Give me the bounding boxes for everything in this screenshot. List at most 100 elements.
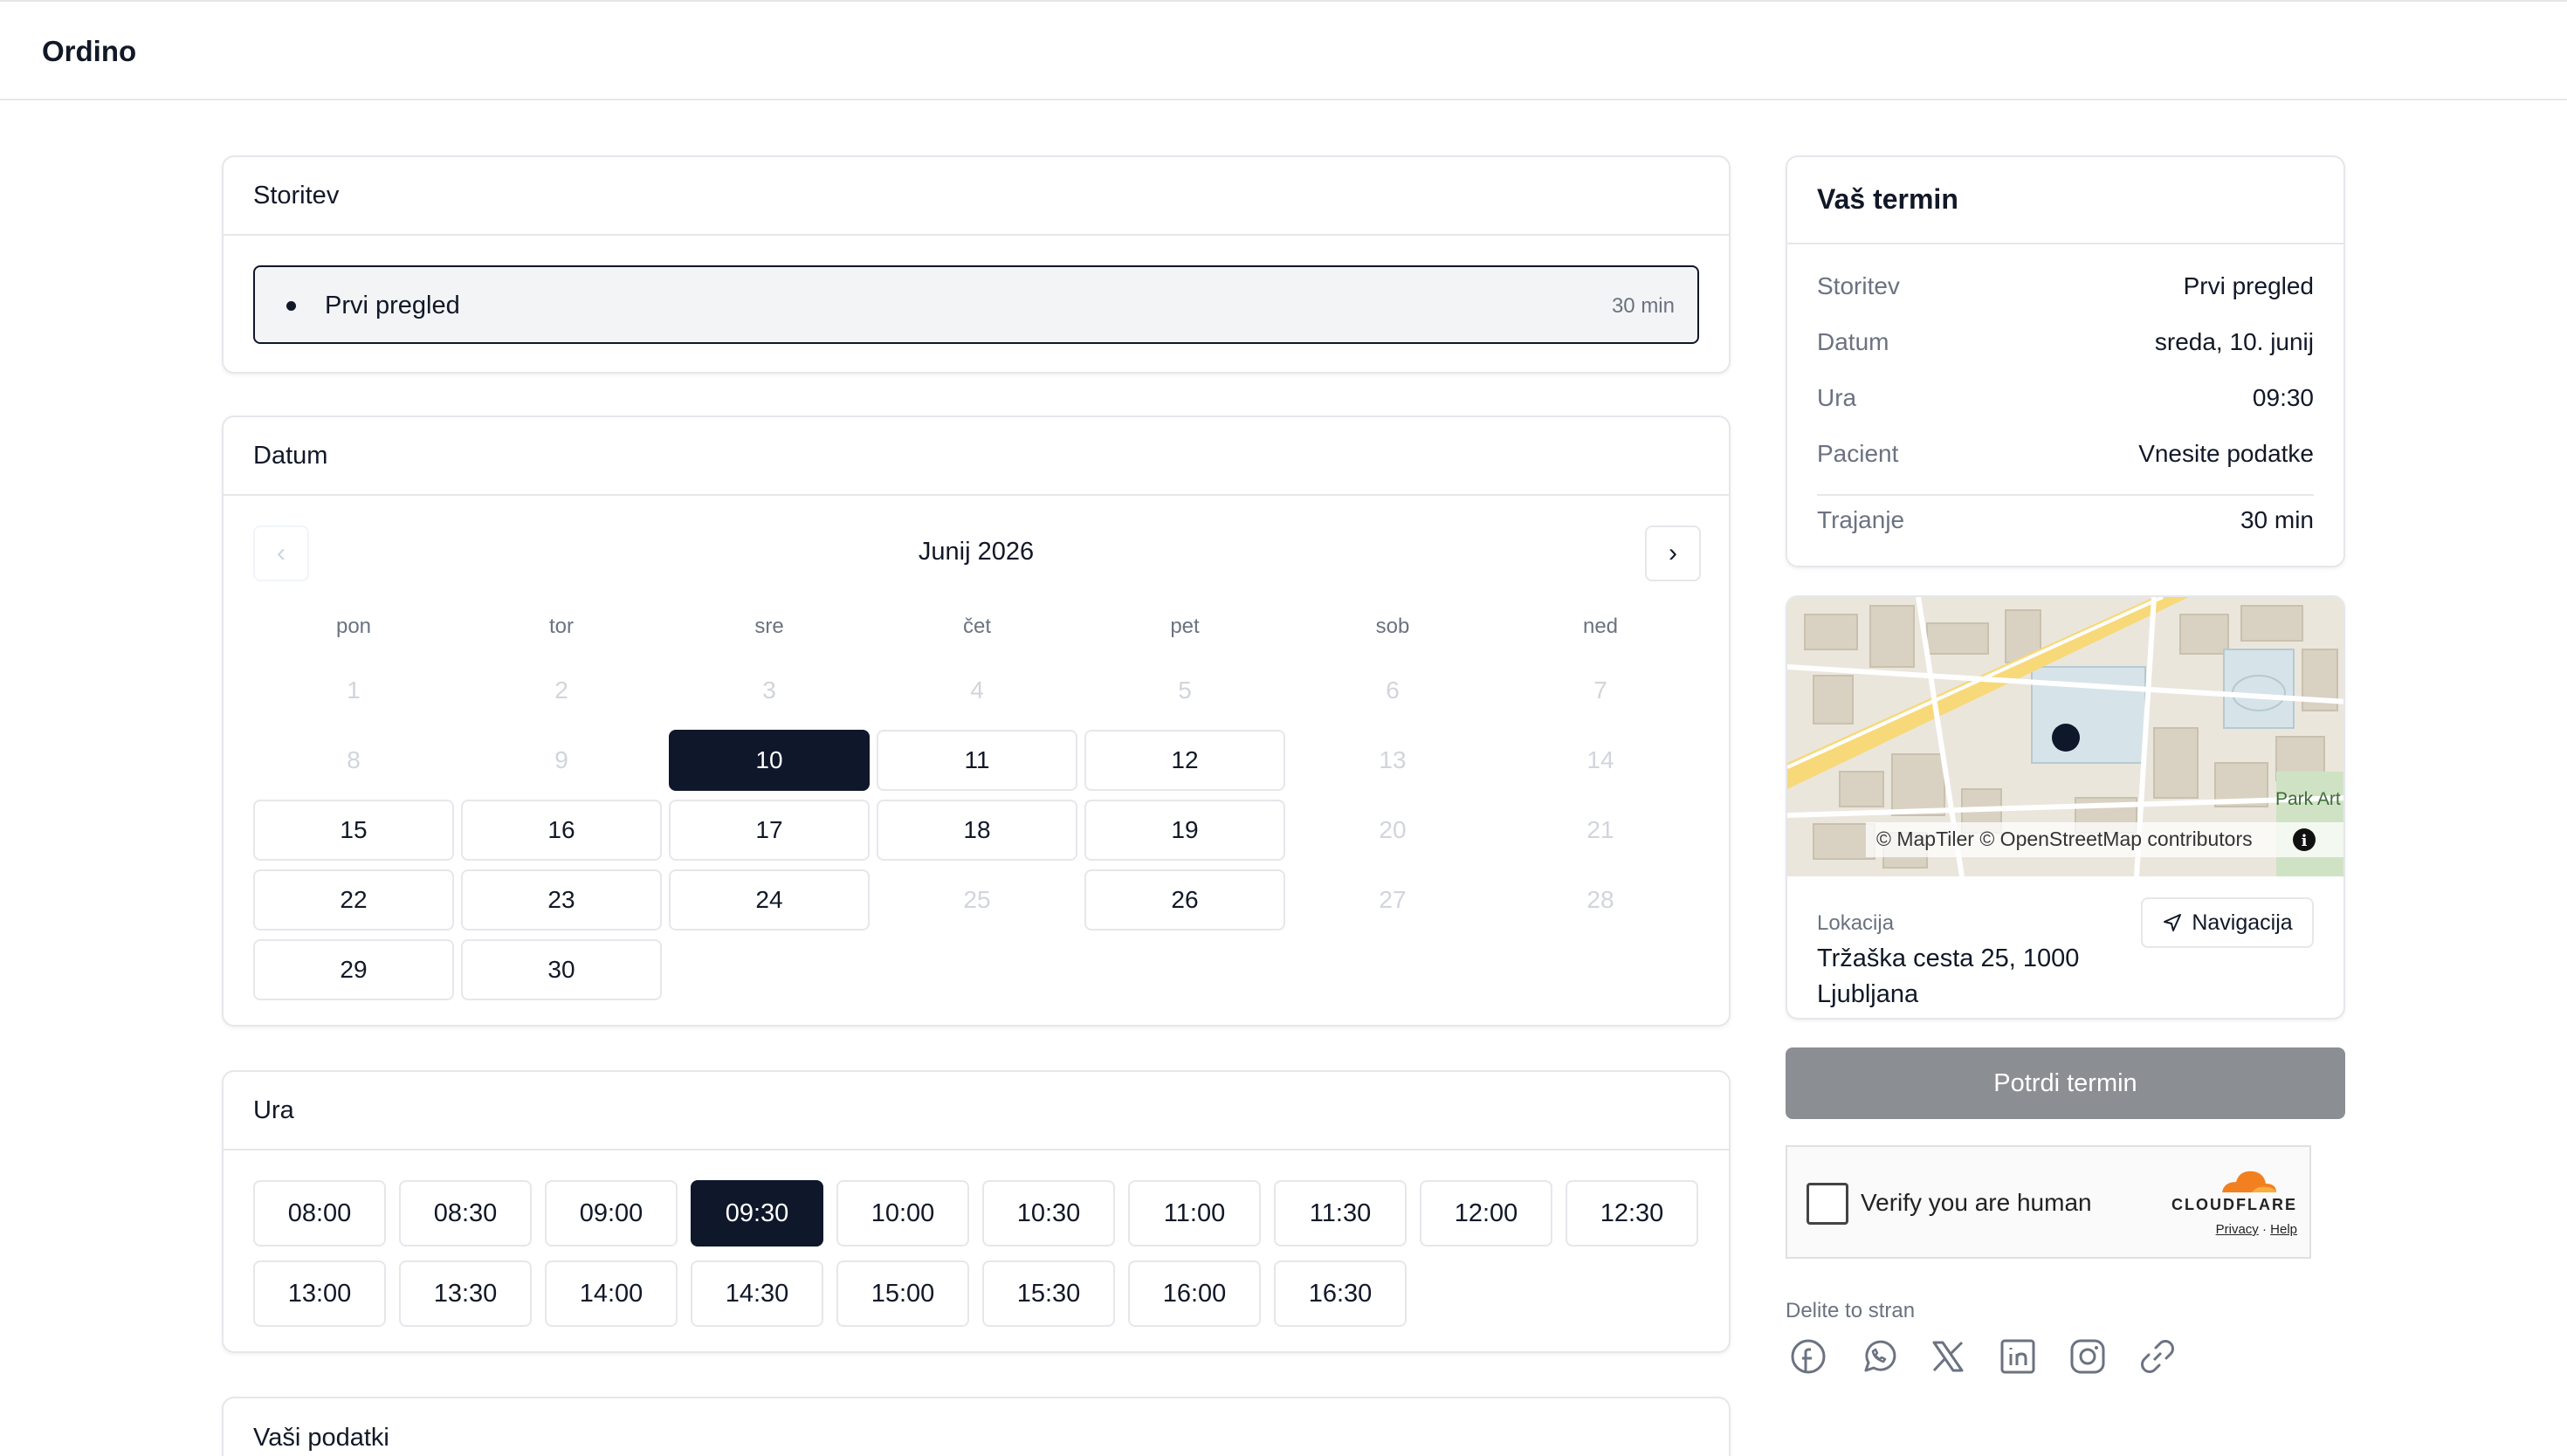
service-option[interactable]: Prvi pregled 30 min [253, 265, 1699, 344]
calendar-day-15[interactable]: 15 [253, 800, 454, 861]
map-attribution[interactable]: © MapTiler © OpenStreetMap contributors [1876, 828, 2253, 851]
details-header: Vaši podatki [253, 1424, 389, 1452]
summary-value: 30 min [2240, 506, 2314, 533]
time-slot[interactable]: 10:30 [982, 1180, 1115, 1247]
calendar-day-19[interactable]: 19 [1084, 800, 1285, 861]
linkedin-icon[interactable] [1997, 1336, 2039, 1377]
top-bar: Ordino [0, 0, 2567, 100]
date-header: Datum [224, 417, 1729, 496]
weekday-label: tor [548, 615, 574, 638]
time-slot[interactable]: 08:30 [399, 1180, 532, 1247]
help-link[interactable]: Help [2270, 1222, 2297, 1237]
next-month-button[interactable]: › [1645, 525, 1701, 581]
calendar-day-23[interactable]: 23 [461, 869, 662, 931]
time-slot[interactable]: 10:00 [836, 1180, 969, 1247]
map-park-label: Park Art [2275, 789, 2341, 809]
summary-row-date: Datum sreda, 10. junij [1817, 328, 2314, 363]
weekday-label: pon [335, 615, 372, 638]
calendar-day-27: 27 [1379, 886, 1407, 913]
time-slot[interactable]: 13:30 [399, 1260, 532, 1327]
location-address: Tržaška cesta 25, 1000 Ljubljana [1817, 944, 2080, 1008]
facebook-icon[interactable] [1787, 1336, 1829, 1377]
date-card: Datum ‹ Junij 2026 › pon tor sre čet pet sob n… [222, 416, 1731, 1027]
time-slot[interactable]: 14:00 [545, 1260, 678, 1327]
calendar-day-6: 6 [1386, 676, 1400, 704]
calendar-day-13: 13 [1379, 746, 1407, 773]
calendar-day-22[interactable]: 22 [253, 869, 454, 931]
calendar-day-4: 4 [970, 676, 984, 704]
calendar-day-24[interactable]: 24 [669, 869, 870, 931]
navigation-button[interactable]: Navigacija [2141, 897, 2314, 948]
time-slot[interactable]: 15:00 [836, 1260, 969, 1327]
weekday-label: pet [1170, 615, 1200, 638]
service-duration: 30 min [1611, 294, 1675, 318]
share-label: Delite to stran [1786, 1299, 1916, 1322]
time-slot[interactable]: 11:00 [1128, 1180, 1261, 1247]
calendar-day-1: 1 [347, 676, 361, 704]
calendar-day-18[interactable]: 18 [877, 800, 1077, 861]
summary-key: Trajanje [1817, 506, 1905, 533]
summary-value: sreda, 10. junij [2154, 328, 2314, 355]
calendar-day-20: 20 [1379, 816, 1407, 843]
time-slot[interactable]: 15:30 [982, 1260, 1115, 1327]
summary-value: 09:30 [2252, 384, 2314, 411]
weekday-label: sob [1375, 615, 1410, 638]
calendar-day-11[interactable]: 11 [877, 730, 1077, 791]
cloudflare-brand: CLOUDFLARE [2171, 1196, 2297, 1213]
calendar-day-26[interactable]: 26 [1084, 869, 1285, 931]
whatsapp-icon[interactable] [1857, 1336, 1899, 1377]
captcha-checkbox[interactable] [1807, 1183, 1848, 1225]
weekday-label: čet [962, 615, 991, 638]
summary-value: Vnesite podatke [2138, 440, 2314, 467]
summary-title: Vaš termin [1817, 183, 1958, 215]
calendar-day-28: 28 [1586, 886, 1614, 913]
time-slot[interactable]: 09:00 [545, 1180, 678, 1247]
calendar-day-5: 5 [1178, 676, 1192, 704]
summary-key: Datum [1817, 328, 1889, 355]
time-slot[interactable]: 16:30 [1274, 1260, 1407, 1327]
calendar-day-12[interactable]: 12 [1084, 730, 1285, 791]
time-slot[interactable]: 08:00 [253, 1180, 386, 1247]
time-slot[interactable]: 16:00 [1128, 1260, 1261, 1327]
month-title: Junij 2026 [918, 538, 1035, 566]
time-slot[interactable]: 09:30 [691, 1180, 823, 1247]
summary-row-duration: Trajanje 30 min [1817, 506, 2314, 541]
time-slot[interactable]: 14:30 [691, 1260, 823, 1327]
brand-logo[interactable]: Ordino [42, 35, 136, 68]
captcha-links: Privacy · Help [2215, 1222, 2297, 1237]
service-name: Prvi pregled [325, 292, 460, 319]
summary-row-patient: Pacient Vnesite podatke [1817, 440, 2314, 475]
link-icon[interactable] [2137, 1336, 2178, 1377]
map-view[interactable]: i © MapTiler © OpenStreetMap contributor… [1787, 597, 2343, 876]
calendar-day-3: 3 [762, 676, 776, 704]
calendar-day-7: 7 [1593, 676, 1607, 704]
time-header: Ura [224, 1072, 1729, 1150]
time-slot[interactable]: 12:00 [1420, 1180, 1552, 1247]
privacy-link[interactable]: Privacy [2216, 1222, 2259, 1237]
x-icon[interactable] [1927, 1336, 1969, 1377]
calendar-day-30[interactable]: 30 [461, 939, 662, 1000]
time-slot[interactable]: 12:30 [1566, 1180, 1698, 1247]
svg-text:i: i [2302, 832, 2308, 850]
navigation-label: Navigacija [2192, 910, 2293, 935]
cloudflare-logo-icon [2222, 1171, 2276, 1192]
time-slot[interactable]: 11:30 [1274, 1180, 1407, 1247]
summary-value: Prvi pregled [2183, 272, 2314, 299]
instagram-icon[interactable] [2067, 1336, 2109, 1377]
time-card: Ura 08:00 08:30 09:00 09:30 10:00 10:30 11:00 1… [222, 1070, 1731, 1353]
calendar-day-16[interactable]: 16 [461, 800, 662, 861]
calendar-day-10[interactable]: 10 [669, 730, 870, 791]
details-card: Vaši podatki [222, 1397, 1731, 1456]
calendar-day-2: 2 [554, 676, 568, 704]
summary-key: Ura [1817, 384, 1857, 411]
weekday-label: ned [1582, 615, 1619, 638]
time-slot[interactable]: 13:00 [253, 1260, 386, 1327]
summary-row-service: Storitev Prvi pregled [1817, 272, 2314, 307]
chevron-right-icon: › [1669, 539, 1677, 567]
location-card: i © MapTiler © OpenStreetMap contributor… [1786, 595, 2345, 1020]
summary-card: Vaš termin Storitev Prvi pregled Datum s… [1786, 155, 2345, 567]
calendar-day-17[interactable]: 17 [669, 800, 870, 861]
calendar-day-21: 21 [1586, 816, 1614, 843]
confirm-button[interactable]: Potrdi termin [1786, 1047, 2345, 1119]
calendar-day-29[interactable]: 29 [253, 939, 454, 1000]
